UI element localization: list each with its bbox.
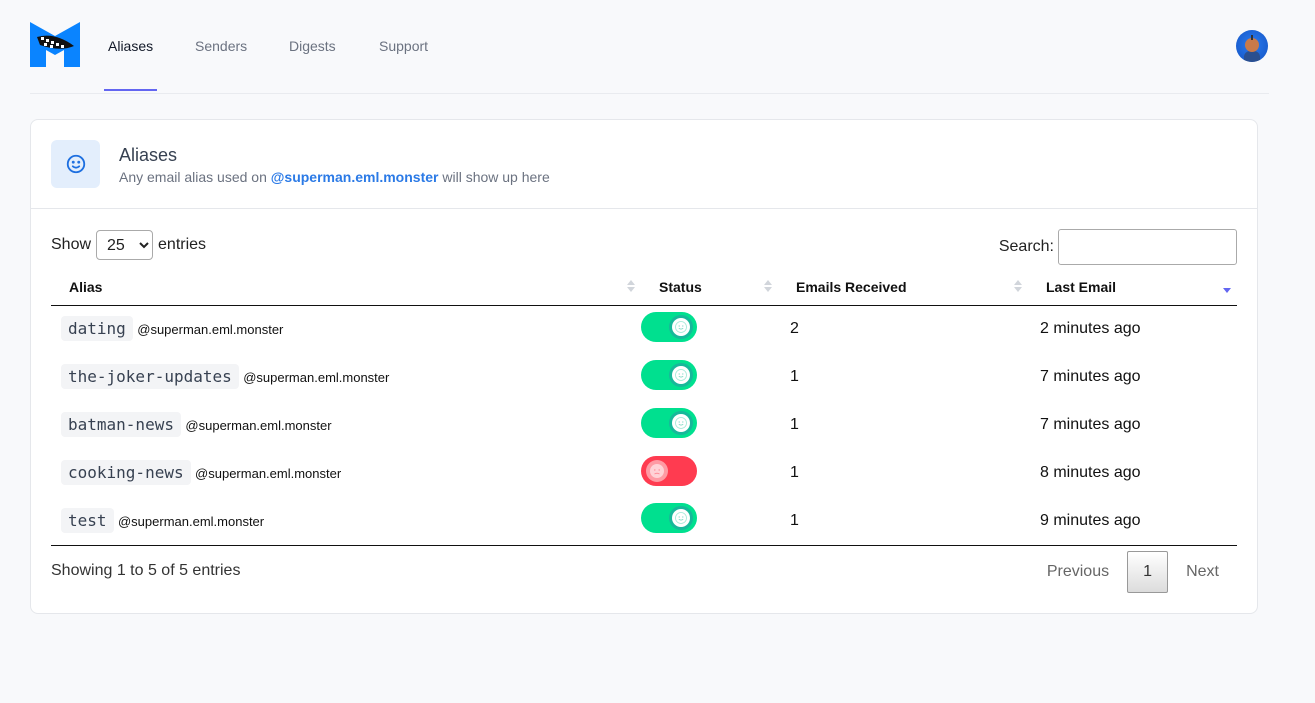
last-email-cell: 8 minutes ago (1040, 464, 1141, 481)
smile-face-icon (672, 413, 690, 432)
table-row: batman-news @superman.eml.monster 1 7 minu… (51, 401, 1237, 449)
alias-domain: @superman.eml.monster (243, 370, 390, 385)
domain-highlight: @superman.eml.monster (270, 169, 439, 185)
column-label: Last Email (1046, 279, 1117, 296)
alias-cell: the-joker-updates @superman.eml.monster (51, 353, 641, 401)
subtitle-prefix: Any email alias used on (119, 169, 271, 185)
column-label: Status (659, 279, 702, 296)
alias-cell: batman-news @superman.eml.monster (51, 401, 641, 449)
status-cell (641, 305, 778, 353)
aliases-card: Aliases Any email alias used on @superma… (30, 119, 1258, 614)
status-toggle[interactable] (641, 311, 697, 342)
last-email-cell: 7 minutes ago (1040, 368, 1141, 385)
page-length-select[interactable]: 102550100 (96, 230, 154, 260)
status-toggle[interactable] (641, 455, 697, 486)
card-header: Aliases Any email alias used on @superma… (31, 120, 1257, 209)
nav-tab-digests[interactable]: Digests (289, 38, 336, 93)
alias-name: the-joker-updates (61, 364, 239, 389)
header-icon-box (51, 140, 100, 188)
status-cell (641, 353, 778, 401)
alias-name: dating (61, 316, 133, 342)
page-subtitle: Any email alias used on @superman.eml.mo… (119, 169, 550, 185)
alias-name: test (61, 507, 114, 533)
alias-cell: test @superman.eml.monster (51, 497, 641, 546)
nav-tab-aliases[interactable]: Aliases (103, 38, 158, 93)
column-header-status[interactable]: Status (641, 270, 778, 306)
subtitle-suffix: will show up here (438, 169, 550, 185)
column-label: Emails Received (796, 279, 907, 296)
sad-face-icon (646, 459, 668, 482)
status-cell (641, 401, 778, 449)
avatar-tuft (1251, 35, 1253, 40)
column-header-alias[interactable]: Alias (51, 270, 641, 306)
alias-cell: dating @superman.eml.monster (51, 305, 641, 353)
last-email-cell: 2 minutes ago (1040, 320, 1141, 338)
status-cell (641, 449, 778, 497)
table-row: test @superman.eml.monster 1 9 minutes ago (51, 497, 1237, 546)
nav-tab-support[interactable]: Support (379, 38, 428, 93)
emails-received-cell: 1 (790, 368, 799, 385)
alias-domain: @superman.eml.monster (185, 418, 332, 433)
search-label: Search: (998, 238, 1054, 255)
emails-received-cell: 2 (790, 320, 799, 338)
alias-domain: @superman.eml.monster (195, 466, 342, 481)
last-email-cell: 7 minutes ago (1040, 416, 1141, 433)
emails-received-cell: 1 (790, 416, 799, 433)
sort-icon (1014, 280, 1022, 294)
last-email-cell: 9 minutes ago (1028, 497, 1237, 546)
alias-cell: cooking-news @superman.eml.monster (51, 449, 641, 497)
page-length-control: Show 102550100 entries (51, 230, 206, 260)
column-label: Alias (69, 279, 103, 296)
status-toggle[interactable] (641, 407, 697, 438)
aliases-table: Alias Status Emails Received Last Email … (51, 270, 1237, 546)
top-nav: Aliases Senders Digests Support (30, 0, 1269, 94)
show-label: Show (51, 236, 92, 253)
search-control: Search: (999, 229, 1237, 265)
table-info: Showing 1 to 5 of 5 entries (51, 562, 241, 579)
table-row: cooking-news @superman.eml.monster 1 8 min… (51, 449, 1237, 497)
emails-received-cell: 1 (790, 464, 799, 481)
alias-domain: @superman.eml.monster (137, 322, 284, 338)
table-header-row: Alias Status Emails Received Last Email (51, 270, 1237, 306)
smiley-icon (66, 154, 85, 174)
status-toggle[interactable] (641, 359, 697, 390)
sort-icon (627, 280, 635, 294)
sort-desc-icon (1223, 280, 1231, 294)
page-button-current[interactable]: 1 (1127, 551, 1169, 593)
status-toggle[interactable] (641, 503, 697, 534)
search-input[interactable] (1058, 229, 1237, 265)
emails-received-cell: 1 (778, 497, 1028, 546)
sort-icon (764, 280, 772, 294)
user-avatar[interactable] (1236, 30, 1268, 62)
avatar-body (1244, 51, 1260, 62)
next-button[interactable]: Next (1168, 551, 1237, 593)
nav-tab-senders[interactable]: Senders (195, 38, 247, 93)
smile-face-icon (672, 509, 690, 528)
column-header-emails-received[interactable]: Emails Received (778, 270, 1028, 306)
alias-name: cooking-news (61, 460, 191, 485)
page-title: Aliases (119, 145, 178, 165)
alias-name: batman-news (61, 412, 181, 437)
table-row: the-joker-updates @superman.eml.monster 1… (51, 353, 1237, 401)
alias-domain: @superman.eml.monster (117, 513, 265, 529)
table-row: dating @superman.eml.monster 2 2 minutes a… (51, 305, 1237, 353)
status-cell (641, 497, 778, 546)
column-header-last-email[interactable]: Last Email (1028, 270, 1237, 306)
smile-face-icon (672, 365, 690, 384)
pagination: Previous 1 Next (1029, 551, 1237, 593)
eml-monster-logo[interactable] (30, 22, 80, 67)
avatar-head (1245, 38, 1259, 52)
entries-label: entries (158, 236, 207, 253)
smile-face-icon (672, 317, 690, 336)
previous-button[interactable]: Previous (1029, 551, 1127, 593)
